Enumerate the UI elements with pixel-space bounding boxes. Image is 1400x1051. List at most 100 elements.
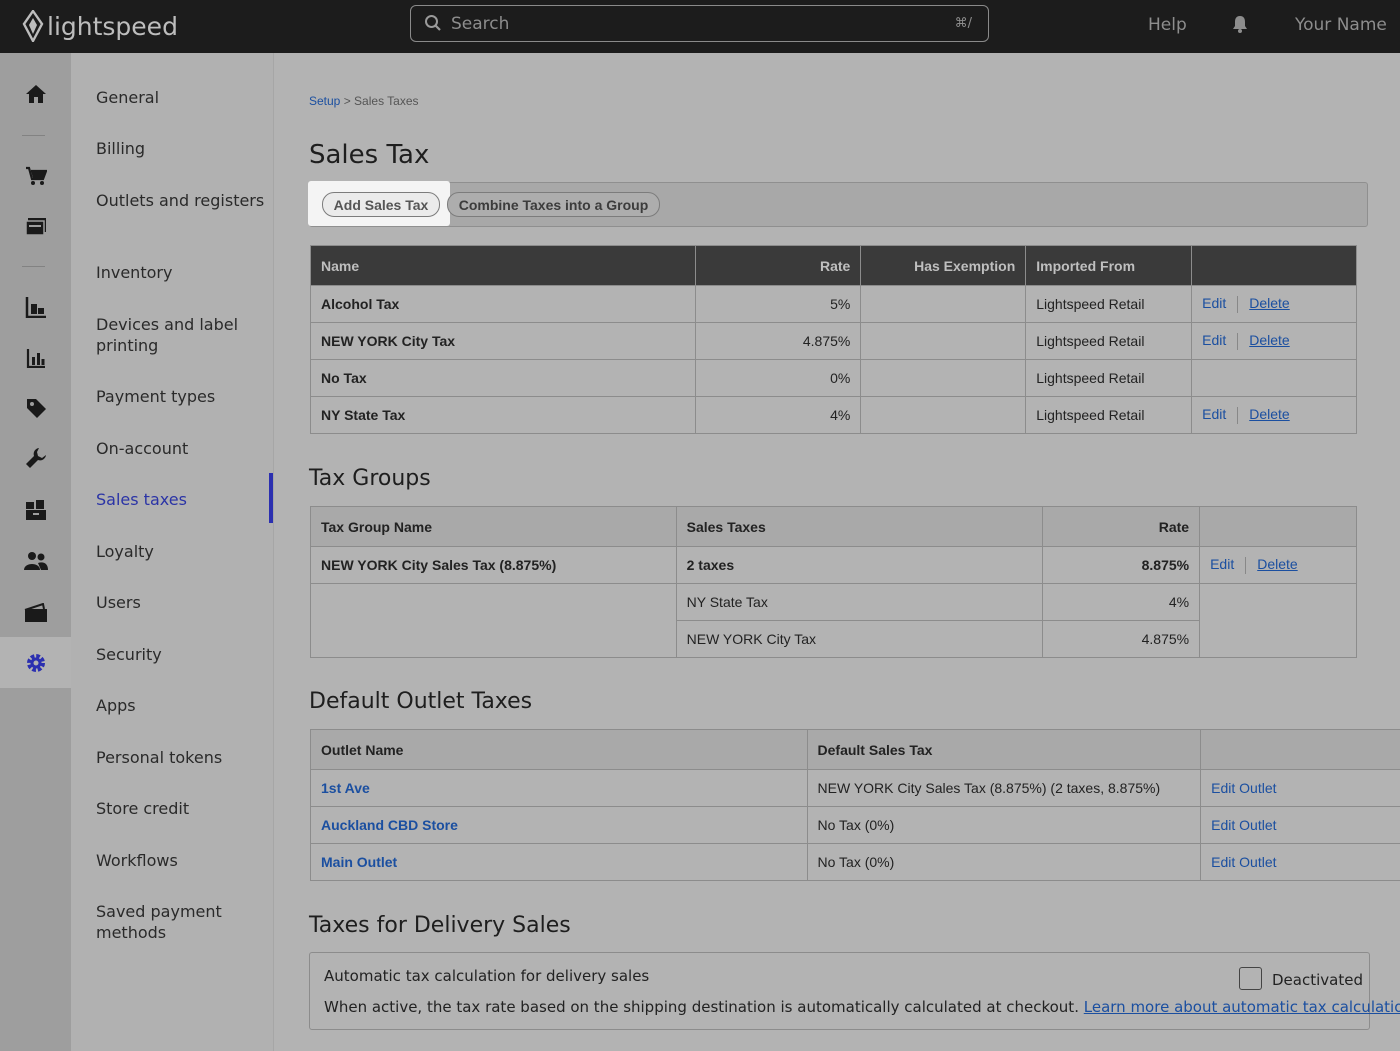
logo-text: lightspeed [47,11,178,41]
column-header-actions [1199,506,1357,547]
main-content: Setup > Sales Taxes Sales Tax Add Sales … [274,53,1400,1051]
learn-more-link[interactable]: Learn more about automatic tax calculati… [1084,998,1400,1016]
edit-outlet-link[interactable]: Edit Outlet [1211,854,1276,870]
row-actions [1191,359,1357,397]
tax-imported: Lightspeed Retail [1025,322,1193,360]
tax-rate: 4% [694,396,862,434]
outlet-default-tax: No Tax (0%) [806,843,1202,881]
column-header-group-name[interactable]: Tax Group Name [310,506,677,547]
settings-nav-item-active[interactable]: Sales taxes [96,489,266,510]
table-row: Main Outlet No Tax (0%) Edit Outlet [310,843,1400,881]
breadcrumb-setup-link[interactable]: Setup [309,94,340,108]
default-outlet-taxes-heading: Default Outlet Taxes [309,689,533,714]
tax-exemption [860,359,1027,397]
tax-name: Alcohol Tax [310,285,696,323]
gear-icon[interactable] [0,637,71,688]
add-sales-tax-button[interactable]: Add Sales Tax [322,192,440,217]
default-outlet-taxes-table: Outlet Name Default Sales Tax 1st Ave NE… [310,729,1400,881]
column-header-rate[interactable]: Rate [694,245,862,286]
edit-outlet-link[interactable]: Edit Outlet [1211,780,1276,796]
column-header-name[interactable]: Name [310,245,696,286]
delivery-card-title: Automatic tax calculation for delivery s… [324,967,650,985]
outlet-name-link[interactable]: 1st Ave [310,769,808,807]
table-row: 1st Ave NEW YORK City Sales Tax (8.875%)… [310,769,1400,807]
toolbar: Add Sales Tax Combine Taxes into a Group [308,181,1368,227]
component-tax-rate: 4.875% [1042,620,1201,658]
edit-link[interactable]: Edit [1202,295,1226,311]
catalog-icon[interactable] [0,287,71,327]
settings-nav: General Billing Outlets and registers In… [71,53,274,1051]
tax-rate: 0% [694,359,862,397]
wallet-icon[interactable] [0,593,71,633]
settings-nav-item[interactable]: Outlets and registers [96,190,266,211]
settings-nav-item[interactable]: Payment types [96,386,266,407]
row-actions: Edit Delete [1191,285,1357,323]
search-input[interactable] [451,12,931,36]
row-actions: Edit Delete [1191,396,1357,434]
sales-tax-table: Name Rate Has Exemption Imported From Al… [310,245,1357,434]
settings-nav-item[interactable]: Security [96,644,266,665]
delivery-taxes-heading: Taxes for Delivery Sales [309,913,571,938]
reports-icon[interactable] [0,338,71,378]
outlet-name-link[interactable]: Main Outlet [310,843,808,881]
bell-icon[interactable] [1230,14,1250,34]
settings-nav-item[interactable]: Billing [96,138,266,159]
settings-nav-item[interactable]: Apps [96,695,266,716]
tax-groups-table: Tax Group Name Sales Taxes Rate NEW YORK… [310,506,1357,658]
column-header-rate[interactable]: Rate [1042,506,1201,547]
settings-nav-item[interactable]: On-account [96,438,266,459]
settings-nav-item[interactable]: Users [96,592,266,613]
active-indicator [269,473,273,523]
lightspeed-logo[interactable]: lightspeed [22,8,178,44]
deactivated-checkbox[interactable] [1239,967,1262,990]
flame-icon [22,10,44,42]
table-row: Alcohol Tax 5% Lightspeed Retail Edit Del… [310,285,1357,323]
customers-icon[interactable] [0,541,71,581]
table-row: NY State Tax 4% [310,583,1357,658]
outlet-name-link[interactable]: Auckland CBD Store [310,806,808,844]
column-header-exemption[interactable]: Has Exemption [860,245,1027,286]
combine-taxes-button[interactable]: Combine Taxes into a Group [447,192,660,217]
delivery-description-text: When active, the tax rate based on the s… [324,998,1079,1016]
table-row: Auckland CBD Store No Tax (0%) Edit Outl… [310,806,1400,844]
settings-nav-item[interactable]: Saved payment methods [96,901,266,943]
component-tax-name: NY State Tax [675,583,1044,621]
column-header-sales-taxes[interactable]: Sales Taxes [675,506,1044,547]
inventory-icon[interactable] [0,490,71,530]
delete-link[interactable]: Delete [1257,556,1297,572]
edit-link[interactable]: Edit [1202,332,1226,348]
cart-icon[interactable] [0,156,71,196]
tax-exemption [860,396,1027,434]
user-menu[interactable]: Your Name [1295,15,1387,35]
wrench-icon[interactable] [0,438,71,478]
help-link[interactable]: Help [1148,15,1187,35]
delete-link[interactable]: Delete [1249,332,1289,348]
settings-nav-item[interactable]: Devices and label printing [96,314,266,356]
search-icon [425,15,441,31]
settings-nav-item[interactable]: Personal tokens [96,747,266,768]
settings-nav-item[interactable]: Inventory [96,262,266,283]
group-tax-count: 2 taxes [675,546,1044,584]
home-icon[interactable] [0,74,71,114]
tax-imported: Lightspeed Retail [1025,396,1193,434]
edit-outlet-link[interactable]: Edit Outlet [1211,817,1276,833]
column-header-default-tax[interactable]: Default Sales Tax [806,729,1202,770]
register-icon[interactable] [0,207,71,247]
settings-nav-item[interactable]: Workflows [96,850,266,871]
delete-link[interactable]: Delete [1249,295,1289,311]
top-bar: lightspeed ⌘/ Help Your Name [0,0,1400,53]
tax-name: NY State Tax [310,396,696,434]
outlet-default-tax: No Tax (0%) [806,806,1202,844]
settings-nav-item[interactable]: Store credit [96,798,266,819]
settings-nav-item[interactable]: General [96,87,266,108]
delete-link[interactable]: Delete [1249,406,1289,422]
settings-nav-item[interactable]: Loyalty [96,541,266,562]
column-header-imported[interactable]: Imported From [1025,245,1193,286]
edit-link[interactable]: Edit [1210,556,1234,572]
edit-link[interactable]: Edit [1202,406,1226,422]
main-nav-rail [0,53,71,1051]
delivery-card-description: When active, the tax rate based on the s… [324,998,1400,1016]
tag-icon[interactable] [0,388,71,428]
column-header-outlet[interactable]: Outlet Name [310,729,808,770]
search-box[interactable]: ⌘/ [410,5,989,42]
